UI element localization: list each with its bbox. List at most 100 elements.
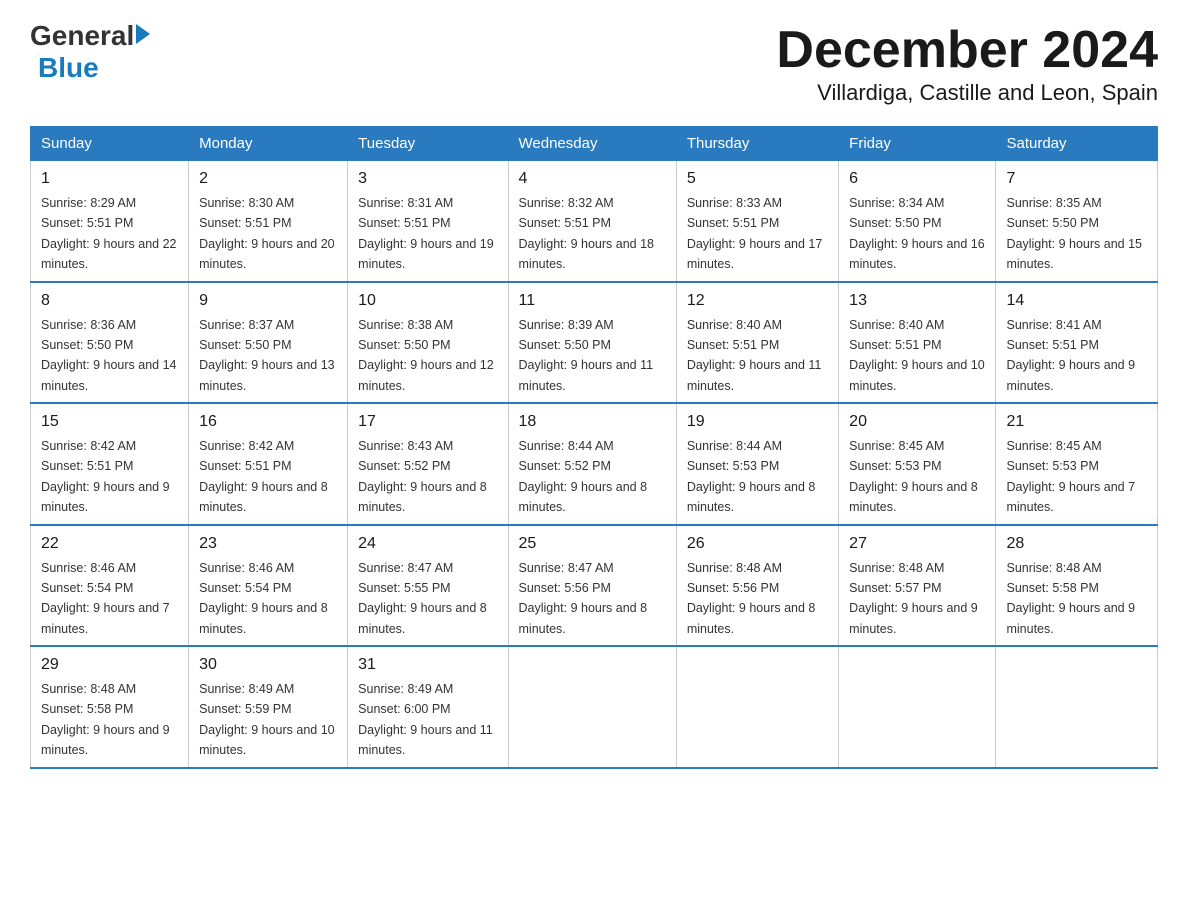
page-title: December 2024 [776, 20, 1158, 80]
day-number: 19 [687, 410, 828, 434]
day-number: 3 [358, 167, 497, 191]
day-info: Sunrise: 8:48 AMSunset: 5:56 PMDaylight:… [687, 561, 816, 636]
page-subtitle: Villardiga, Castille and Leon, Spain [776, 80, 1158, 106]
day-info: Sunrise: 8:47 AMSunset: 5:55 PMDaylight:… [358, 561, 487, 636]
day-info: Sunrise: 8:47 AMSunset: 5:56 PMDaylight:… [519, 561, 648, 636]
calendar-cell: 8 Sunrise: 8:36 AMSunset: 5:50 PMDayligh… [31, 282, 189, 404]
day-number: 11 [519, 289, 666, 313]
calendar-week-row: 8 Sunrise: 8:36 AMSunset: 5:50 PMDayligh… [31, 282, 1158, 404]
calendar-cell: 14 Sunrise: 8:41 AMSunset: 5:51 PMDaylig… [996, 282, 1158, 404]
day-header-monday: Monday [189, 127, 348, 161]
calendar-week-row: 29 Sunrise: 8:48 AMSunset: 5:58 PMDaylig… [31, 646, 1158, 768]
day-number: 25 [519, 532, 666, 556]
day-info: Sunrise: 8:45 AMSunset: 5:53 PMDaylight:… [1006, 439, 1135, 514]
day-info: Sunrise: 8:41 AMSunset: 5:51 PMDaylight:… [1006, 318, 1135, 393]
day-header-friday: Friday [839, 127, 996, 161]
day-info: Sunrise: 8:46 AMSunset: 5:54 PMDaylight:… [41, 561, 170, 636]
day-info: Sunrise: 8:39 AMSunset: 5:50 PMDaylight:… [519, 318, 654, 393]
day-info: Sunrise: 8:48 AMSunset: 5:57 PMDaylight:… [849, 561, 978, 636]
day-header-saturday: Saturday [996, 127, 1158, 161]
day-number: 30 [199, 653, 337, 677]
day-info: Sunrise: 8:48 AMSunset: 5:58 PMDaylight:… [41, 682, 170, 757]
day-number: 5 [687, 167, 828, 191]
day-number: 20 [849, 410, 985, 434]
calendar-cell: 29 Sunrise: 8:48 AMSunset: 5:58 PMDaylig… [31, 646, 189, 768]
calendar-cell: 20 Sunrise: 8:45 AMSunset: 5:53 PMDaylig… [839, 403, 996, 525]
calendar-cell: 24 Sunrise: 8:47 AMSunset: 5:55 PMDaylig… [348, 525, 508, 647]
calendar-cell: 9 Sunrise: 8:37 AMSunset: 5:50 PMDayligh… [189, 282, 348, 404]
day-info: Sunrise: 8:45 AMSunset: 5:53 PMDaylight:… [849, 439, 978, 514]
day-number: 6 [849, 167, 985, 191]
day-info: Sunrise: 8:35 AMSunset: 5:50 PMDaylight:… [1006, 196, 1142, 271]
day-info: Sunrise: 8:32 AMSunset: 5:51 PMDaylight:… [519, 196, 655, 271]
calendar-cell [676, 646, 838, 768]
day-number: 21 [1006, 410, 1147, 434]
calendar-cell: 26 Sunrise: 8:48 AMSunset: 5:56 PMDaylig… [676, 525, 838, 647]
day-header-sunday: Sunday [31, 127, 189, 161]
day-info: Sunrise: 8:40 AMSunset: 5:51 PMDaylight:… [849, 318, 985, 393]
day-header-thursday: Thursday [676, 127, 838, 161]
day-info: Sunrise: 8:40 AMSunset: 5:51 PMDaylight:… [687, 318, 822, 393]
calendar-cell: 12 Sunrise: 8:40 AMSunset: 5:51 PMDaylig… [676, 282, 838, 404]
day-info: Sunrise: 8:31 AMSunset: 5:51 PMDaylight:… [358, 196, 494, 271]
calendar-cell: 30 Sunrise: 8:49 AMSunset: 5:59 PMDaylig… [189, 646, 348, 768]
day-info: Sunrise: 8:34 AMSunset: 5:50 PMDaylight:… [849, 196, 985, 271]
calendar-cell: 6 Sunrise: 8:34 AMSunset: 5:50 PMDayligh… [839, 161, 996, 282]
calendar-cell: 15 Sunrise: 8:42 AMSunset: 5:51 PMDaylig… [31, 403, 189, 525]
calendar-cell: 10 Sunrise: 8:38 AMSunset: 5:50 PMDaylig… [348, 282, 508, 404]
logo: General Blue [30, 20, 150, 84]
day-number: 31 [358, 653, 497, 677]
page-header: General Blue December 2024 Villardiga, C… [30, 20, 1158, 106]
day-number: 22 [41, 532, 178, 556]
calendar-cell: 7 Sunrise: 8:35 AMSunset: 5:50 PMDayligh… [996, 161, 1158, 282]
day-number: 29 [41, 653, 178, 677]
day-info: Sunrise: 8:46 AMSunset: 5:54 PMDaylight:… [199, 561, 328, 636]
day-info: Sunrise: 8:49 AMSunset: 6:00 PMDaylight:… [358, 682, 493, 757]
day-number: 1 [41, 167, 178, 191]
day-info: Sunrise: 8:43 AMSunset: 5:52 PMDaylight:… [358, 439, 487, 514]
day-info: Sunrise: 8:44 AMSunset: 5:52 PMDaylight:… [519, 439, 648, 514]
day-number: 12 [687, 289, 828, 313]
day-number: 14 [1006, 289, 1147, 313]
title-block: December 2024 Villardiga, Castille and L… [776, 20, 1158, 106]
calendar-table: SundayMondayTuesdayWednesdayThursdayFrid… [30, 126, 1158, 769]
day-header-wednesday: Wednesday [508, 127, 676, 161]
day-info: Sunrise: 8:49 AMSunset: 5:59 PMDaylight:… [199, 682, 335, 757]
day-number: 15 [41, 410, 178, 434]
day-info: Sunrise: 8:42 AMSunset: 5:51 PMDaylight:… [199, 439, 328, 514]
calendar-cell: 11 Sunrise: 8:39 AMSunset: 5:50 PMDaylig… [508, 282, 676, 404]
day-number: 26 [687, 532, 828, 556]
day-number: 18 [519, 410, 666, 434]
day-number: 16 [199, 410, 337, 434]
day-info: Sunrise: 8:29 AMSunset: 5:51 PMDaylight:… [41, 196, 177, 271]
day-info: Sunrise: 8:37 AMSunset: 5:50 PMDaylight:… [199, 318, 335, 393]
calendar-cell: 25 Sunrise: 8:47 AMSunset: 5:56 PMDaylig… [508, 525, 676, 647]
calendar-cell: 18 Sunrise: 8:44 AMSunset: 5:52 PMDaylig… [508, 403, 676, 525]
logo-arrow-icon [136, 24, 150, 44]
calendar-cell: 13 Sunrise: 8:40 AMSunset: 5:51 PMDaylig… [839, 282, 996, 404]
calendar-cell: 5 Sunrise: 8:33 AMSunset: 5:51 PMDayligh… [676, 161, 838, 282]
day-number: 24 [358, 532, 497, 556]
calendar-cell: 27 Sunrise: 8:48 AMSunset: 5:57 PMDaylig… [839, 525, 996, 647]
calendar-week-row: 1 Sunrise: 8:29 AMSunset: 5:51 PMDayligh… [31, 161, 1158, 282]
day-number: 2 [199, 167, 337, 191]
day-info: Sunrise: 8:48 AMSunset: 5:58 PMDaylight:… [1006, 561, 1135, 636]
calendar-cell: 28 Sunrise: 8:48 AMSunset: 5:58 PMDaylig… [996, 525, 1158, 647]
day-number: 10 [358, 289, 497, 313]
calendar-cell: 4 Sunrise: 8:32 AMSunset: 5:51 PMDayligh… [508, 161, 676, 282]
calendar-cell [508, 646, 676, 768]
day-number: 13 [849, 289, 985, 313]
calendar-cell: 3 Sunrise: 8:31 AMSunset: 5:51 PMDayligh… [348, 161, 508, 282]
day-number: 9 [199, 289, 337, 313]
day-number: 17 [358, 410, 497, 434]
calendar-cell: 2 Sunrise: 8:30 AMSunset: 5:51 PMDayligh… [189, 161, 348, 282]
day-number: 4 [519, 167, 666, 191]
day-number: 23 [199, 532, 337, 556]
day-number: 8 [41, 289, 178, 313]
calendar-cell: 17 Sunrise: 8:43 AMSunset: 5:52 PMDaylig… [348, 403, 508, 525]
day-info: Sunrise: 8:33 AMSunset: 5:51 PMDaylight:… [687, 196, 823, 271]
calendar-cell: 16 Sunrise: 8:42 AMSunset: 5:51 PMDaylig… [189, 403, 348, 525]
day-info: Sunrise: 8:36 AMSunset: 5:50 PMDaylight:… [41, 318, 177, 393]
calendar-header-row: SundayMondayTuesdayWednesdayThursdayFrid… [31, 127, 1158, 161]
calendar-cell: 31 Sunrise: 8:49 AMSunset: 6:00 PMDaylig… [348, 646, 508, 768]
